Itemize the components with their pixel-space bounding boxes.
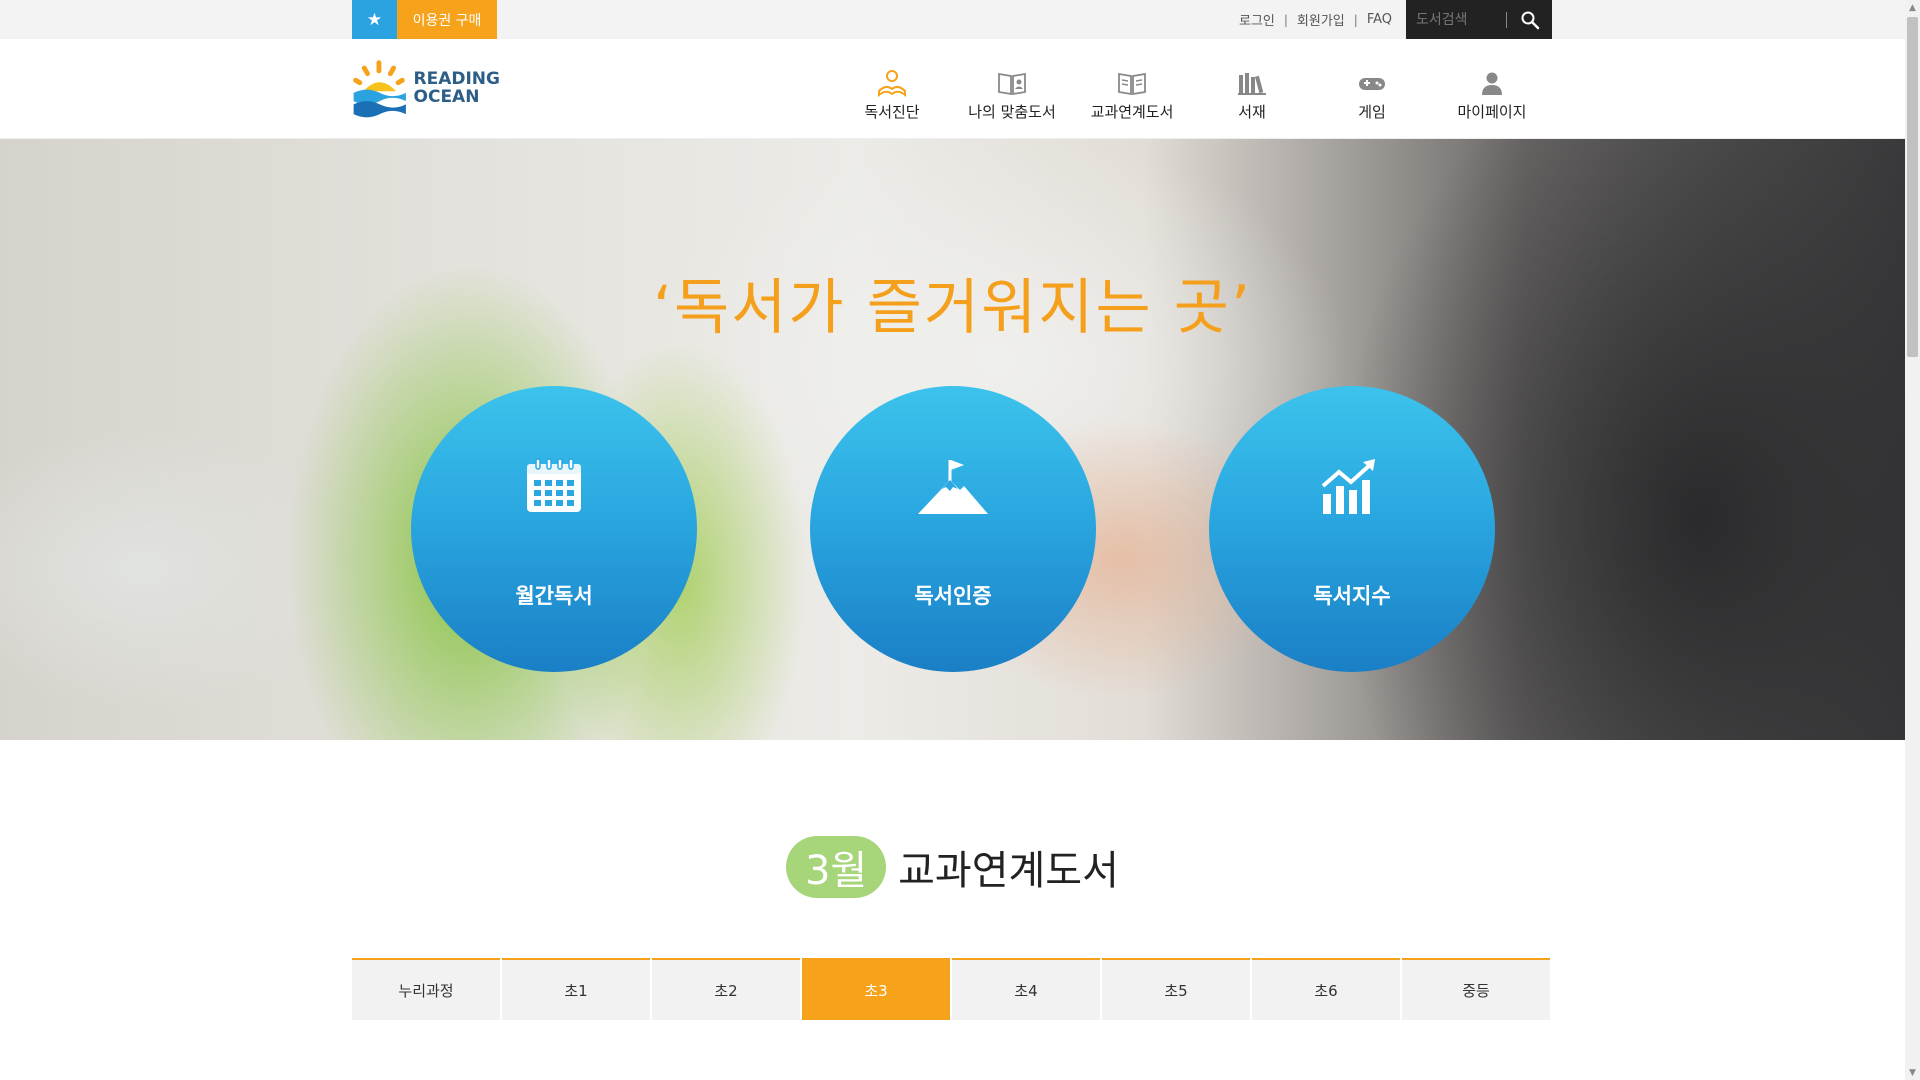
growth-chart-icon	[1321, 459, 1375, 514]
tab-grade2[interactable]: 초2	[652, 958, 800, 1020]
scroll-up-arrow[interactable]: ▲	[1905, 0, 1920, 15]
buy-pass-button[interactable]: ★ 이용권 구매	[352, 0, 497, 39]
nav-label: 나의 맞춤도서	[968, 103, 1056, 121]
section-heading: 교과연계도서	[898, 848, 1119, 894]
nav-item-curriculum-books[interactable]: 교과연계도서	[1072, 39, 1192, 139]
calendar-icon	[527, 458, 581, 512]
nav-item-mypage[interactable]: 마이페이지	[1432, 39, 1552, 139]
tab-grade4[interactable]: 초4	[952, 958, 1100, 1020]
buy-pass-label: 이용권 구매	[397, 0, 497, 39]
reading-ocean-logo[interactable]: READING OCEAN	[352, 51, 500, 125]
search-icon	[1521, 11, 1539, 29]
bookshelf-icon	[1238, 73, 1266, 95]
star-icon: ★	[352, 0, 397, 39]
user-icon	[1482, 72, 1502, 95]
tab-grade1[interactable]: 초1	[502, 958, 650, 1020]
reading-person-icon	[878, 70, 906, 97]
main-header: READING OCEAN 독서진단 나의 맞춤도서 교과연계도서 서재 게임 …	[0, 39, 1905, 139]
book-search-input[interactable]	[1406, 0, 1506, 39]
login-link[interactable]: 로그인	[1239, 10, 1275, 29]
circle-label: 월간독서	[515, 584, 593, 608]
nav-label: 독서진단	[864, 103, 920, 121]
tab-nuri[interactable]: 누리과정	[352, 958, 500, 1020]
circle-label: 독서지수	[1313, 584, 1391, 608]
nav-item-my-books[interactable]: 나의 맞춤도서	[952, 39, 1072, 139]
top-utility-inner: ★ 이용권 구매 로그인 | 회원가입 | FAQ	[352, 0, 1552, 39]
nav-label: 서재	[1238, 103, 1266, 121]
hero-title: ‘독서가 즐거워지는 곳’	[652, 273, 1253, 343]
tab-middle[interactable]: 중등	[1402, 958, 1550, 1020]
book-search-box	[1406, 0, 1552, 39]
tab-grade5[interactable]: 초5	[1102, 958, 1250, 1020]
tab-grade3[interactable]: 초3	[802, 958, 950, 1020]
circle-label: 독서인증	[914, 584, 992, 608]
tab-grade6[interactable]: 초6	[1252, 958, 1400, 1020]
separator: |	[1283, 12, 1288, 27]
logo-line2: OCEAN	[413, 87, 480, 107]
top-utility-bar: ★ 이용권 구매 로그인 | 회원가입 | FAQ	[0, 0, 1905, 39]
nav-label: 게임	[1358, 103, 1386, 121]
nav-label: 마이페이지	[1457, 103, 1527, 121]
hero-banner: ‘독서가 즐거워지는 곳’ 월간독서 독서인증 독서지수	[0, 139, 1905, 740]
logo-sun-wave-icon	[353, 60, 406, 118]
nav-label: 교과연계도서	[1090, 103, 1174, 121]
nav-item-reading-diagnosis[interactable]: 독서진단	[832, 39, 952, 139]
open-book-icon	[1118, 72, 1146, 96]
scroll-down-arrow[interactable]: ▼	[1905, 1065, 1920, 1080]
book-profile-icon	[998, 72, 1026, 96]
nav-item-library[interactable]: 서재	[1192, 39, 1312, 139]
gamepad-icon	[1359, 78, 1385, 90]
logo-line1: READING	[413, 69, 500, 89]
reading-index-button[interactable]: 독서지수	[1209, 386, 1495, 672]
faq-link[interactable]: FAQ	[1367, 12, 1392, 27]
reading-certification-button[interactable]: 독서인증	[810, 386, 1096, 672]
grade-tabs: 누리과정 초1 초2 초3 초4 초5 초6 중등	[352, 958, 1552, 1020]
nav-item-game[interactable]: 게임	[1312, 39, 1432, 139]
page-scrollbar[interactable]: ▲ ▼	[1905, 0, 1920, 1080]
scroll-thumb[interactable]	[1907, 17, 1918, 357]
signup-link[interactable]: 회원가입	[1297, 10, 1345, 29]
curriculum-section-title: 3월 교과연계도서	[0, 836, 1905, 898]
month-badge: 3월	[786, 836, 887, 898]
separator: |	[1353, 12, 1358, 27]
mountain-flag-icon	[918, 460, 988, 514]
utility-links: 로그인 | 회원가입 | FAQ	[1239, 0, 1392, 39]
search-button[interactable]	[1507, 0, 1552, 39]
monthly-reading-button[interactable]: 월간독서	[411, 386, 697, 672]
logo-text: READING OCEAN	[414, 70, 500, 106]
main-nav: 독서진단 나의 맞춤도서 교과연계도서 서재 게임 마이페이지	[832, 39, 1552, 139]
